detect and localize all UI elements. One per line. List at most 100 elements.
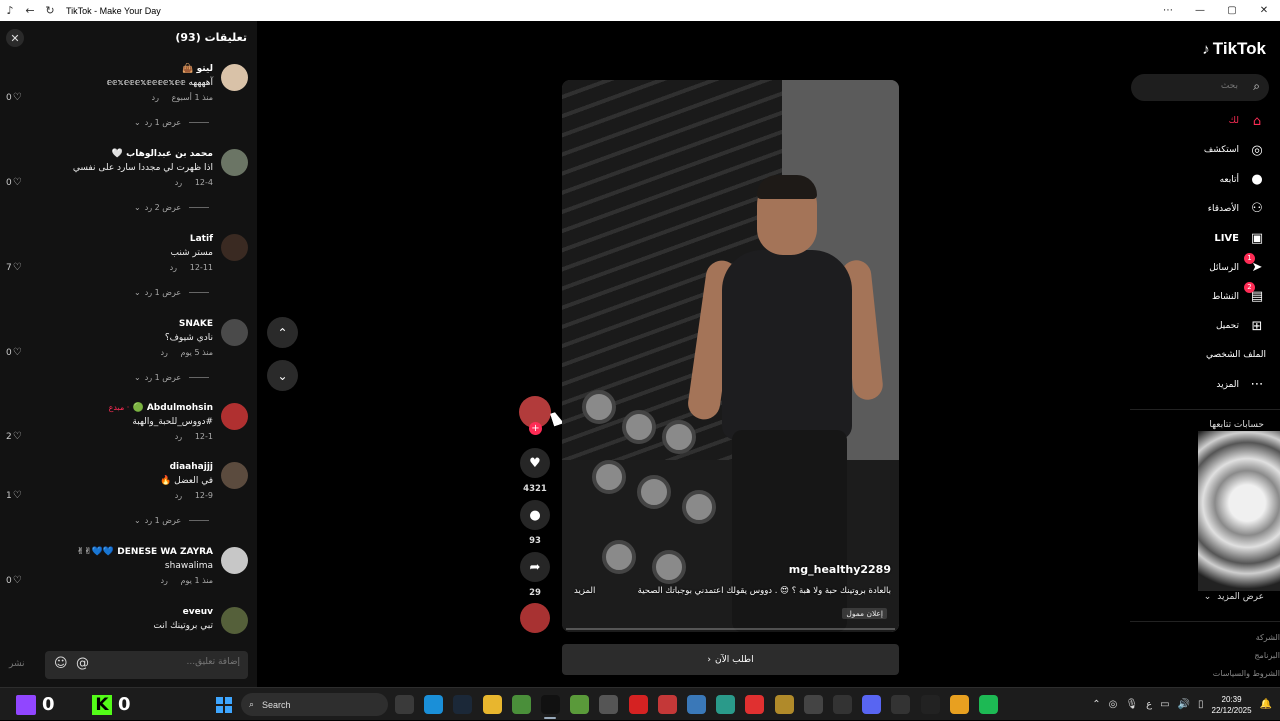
network-icon[interactable]: ▭ xyxy=(1160,699,1169,710)
music-disc-avatar[interactable] xyxy=(520,603,550,633)
terminal-icon[interactable] xyxy=(920,695,940,714)
chrome-icon[interactable] xyxy=(687,695,706,714)
clock[interactable]: 20:39 22/12/2025 xyxy=(1212,694,1252,716)
calculator-icon[interactable] xyxy=(395,695,414,714)
reply-button[interactable]: رد xyxy=(160,348,167,357)
emoji-icon[interactable]: ☺ xyxy=(54,656,68,671)
commenter-avatar[interactable] xyxy=(221,462,248,489)
more-icon[interactable]: ⋯ xyxy=(1152,0,1184,21)
sidebar-item-1[interactable]: ◎ استكشف xyxy=(1204,140,1266,160)
sidebar-item-2[interactable]: ● أتابعه xyxy=(1220,170,1266,190)
reply-button[interactable]: رد xyxy=(160,576,167,585)
reply-button[interactable]: رد xyxy=(152,93,159,102)
battery-icon[interactable]: ▯ xyxy=(1198,699,1204,710)
youtube-icon[interactable] xyxy=(628,695,648,714)
start-menu-icon[interactable] xyxy=(216,697,232,713)
video-username[interactable]: mg_healthy2289 xyxy=(789,563,891,576)
app-icon[interactable] xyxy=(599,695,619,714)
sidebar-item-9[interactable]: ⋯ المزيد xyxy=(1216,375,1266,395)
kick-widget[interactable]: K 0 xyxy=(92,692,131,717)
sidebar-item-3[interactable]: ⚇ الأصدقاء xyxy=(1208,199,1266,219)
commenter-name[interactable]: SNAKE xyxy=(179,319,213,329)
comment-input-box[interactable]: ☺ @ xyxy=(45,651,248,679)
app-icon[interactable] xyxy=(949,695,969,714)
view-replies-button[interactable]: ⌄ عرض 1 رد xyxy=(134,288,210,297)
app-icon[interactable] xyxy=(774,695,794,714)
commenter-avatar[interactable] xyxy=(221,403,248,430)
comment-like-button[interactable]: 0 ♡ xyxy=(6,347,22,358)
search-input[interactable] xyxy=(1143,81,1238,91)
spotify-icon[interactable] xyxy=(979,695,998,714)
view-replies-button[interactable]: ⌄ عرض 1 رد xyxy=(134,516,210,525)
app-icon[interactable] xyxy=(833,695,852,714)
reply-button[interactable]: رد xyxy=(170,263,177,272)
commenter-avatar[interactable] xyxy=(221,607,248,634)
comment-like-button[interactable]: 0 ♡ xyxy=(6,177,22,188)
commenter-avatar[interactable] xyxy=(221,234,248,261)
app-icon[interactable] xyxy=(657,695,677,714)
commenter-name[interactable]: DENESE WA ZAYRA 💙💙✌✌ xyxy=(77,547,213,557)
order-now-button[interactable]: اطلب الآن ‹ xyxy=(562,644,899,675)
comment-like-button[interactable]: 7 ♡ xyxy=(6,262,22,273)
video-player[interactable]: mg_healthy2289 بالعادة بروتينك حبة ولا ه… xyxy=(562,80,899,632)
see-more-link[interactable]: عرض المزيد ⌄ xyxy=(1204,592,1264,602)
commenter-name[interactable]: Latif xyxy=(190,234,213,244)
minimize-icon[interactable]: — xyxy=(1184,0,1216,21)
reply-button[interactable]: رد xyxy=(175,491,182,500)
comment-like-button[interactable]: 1 ♡ xyxy=(6,490,22,501)
taskbar-search[interactable]: ⌕ Search xyxy=(241,693,388,716)
comment-like-button[interactable]: 0 ♡ xyxy=(6,575,22,586)
commenter-avatar[interactable] xyxy=(221,64,248,91)
sidebar-item-8[interactable]: الملف الشخصي xyxy=(1206,345,1266,365)
at-icon[interactable]: @ xyxy=(76,656,89,671)
volume-icon[interactable]: 🔊 xyxy=(1178,699,1190,710)
search-icon[interactable]: ⌕ xyxy=(1253,79,1260,94)
tiktok-icon[interactable] xyxy=(541,695,560,714)
caption-more-link[interactable]: المزيد xyxy=(574,586,595,596)
app-icon[interactable] xyxy=(716,695,736,714)
sidebar-item-5[interactable]: ➤ 1 الرسائل xyxy=(1209,252,1266,278)
reply-button[interactable]: رد xyxy=(175,432,182,441)
post-comment-button[interactable]: نشر xyxy=(9,659,25,669)
comment-like-button[interactable]: 2 ♡ xyxy=(6,431,22,442)
sidebar-item-7[interactable]: ⊞ تحميل xyxy=(1216,316,1266,336)
like-button[interactable]: ♥ xyxy=(520,448,550,478)
edge-icon[interactable] xyxy=(424,695,444,714)
close-comments-button[interactable]: ✕ xyxy=(6,29,24,47)
view-replies-button[interactable]: ⌄ عرض 1 رد xyxy=(134,118,210,127)
copilot-icon[interactable]: ◎ xyxy=(1109,699,1118,710)
chrome-icon[interactable] xyxy=(511,695,531,714)
github-icon[interactable] xyxy=(891,695,911,714)
youtube-icon[interactable] xyxy=(745,695,765,714)
footer-link-company[interactable]: الشركة xyxy=(1256,633,1280,642)
comment-button[interactable]: ● xyxy=(520,500,550,530)
microphone-icon[interactable]: 🎙 xyxy=(1125,699,1138,710)
commenter-name[interactable]: diaahajjj xyxy=(170,462,213,472)
maximize-icon[interactable]: ▢ xyxy=(1216,0,1248,21)
sidebar-item-4[interactable]: ▣ LIVE xyxy=(1214,228,1266,248)
notification-bell-icon[interactable]: 🔔 xyxy=(1260,699,1272,710)
commenter-name[interactable]: ليتو 👜 xyxy=(182,64,213,74)
comment-input[interactable] xyxy=(130,657,240,667)
view-replies-button[interactable]: ⌄ عرض 2 رد xyxy=(134,203,210,212)
previous-video-button[interactable]: ⌃ xyxy=(267,317,298,348)
close-icon[interactable]: ✕ xyxy=(1248,0,1280,21)
footer-link-terms[interactable]: الشروط والسياسات xyxy=(1213,669,1280,678)
commenter-name[interactable]: محمد بن عبدالوهاب 🤍 xyxy=(112,149,213,159)
comment-like-button[interactable]: 0 ♡ xyxy=(6,92,22,103)
twitch-widget[interactable]: 0 xyxy=(16,692,55,717)
file-explorer-icon[interactable] xyxy=(482,695,502,714)
refresh-icon[interactable]: ↻ xyxy=(40,0,60,21)
search-box[interactable]: ⌕ xyxy=(1131,74,1269,101)
footer-link-program[interactable]: البرنامج xyxy=(1254,651,1280,660)
commenter-avatar[interactable] xyxy=(221,319,248,346)
next-video-button[interactable]: ⌄ xyxy=(267,360,298,391)
video-progress-bar[interactable] xyxy=(566,628,895,630)
commenter-name[interactable]: eveuv xyxy=(183,607,213,617)
reply-button[interactable]: رد xyxy=(175,178,182,187)
chrome-icon[interactable] xyxy=(570,695,590,714)
share-button[interactable]: ➦ xyxy=(520,552,550,582)
language-indicator[interactable]: ع xyxy=(1146,699,1152,710)
commenter-avatar[interactable] xyxy=(221,149,248,176)
commenter-avatar[interactable] xyxy=(221,547,248,574)
